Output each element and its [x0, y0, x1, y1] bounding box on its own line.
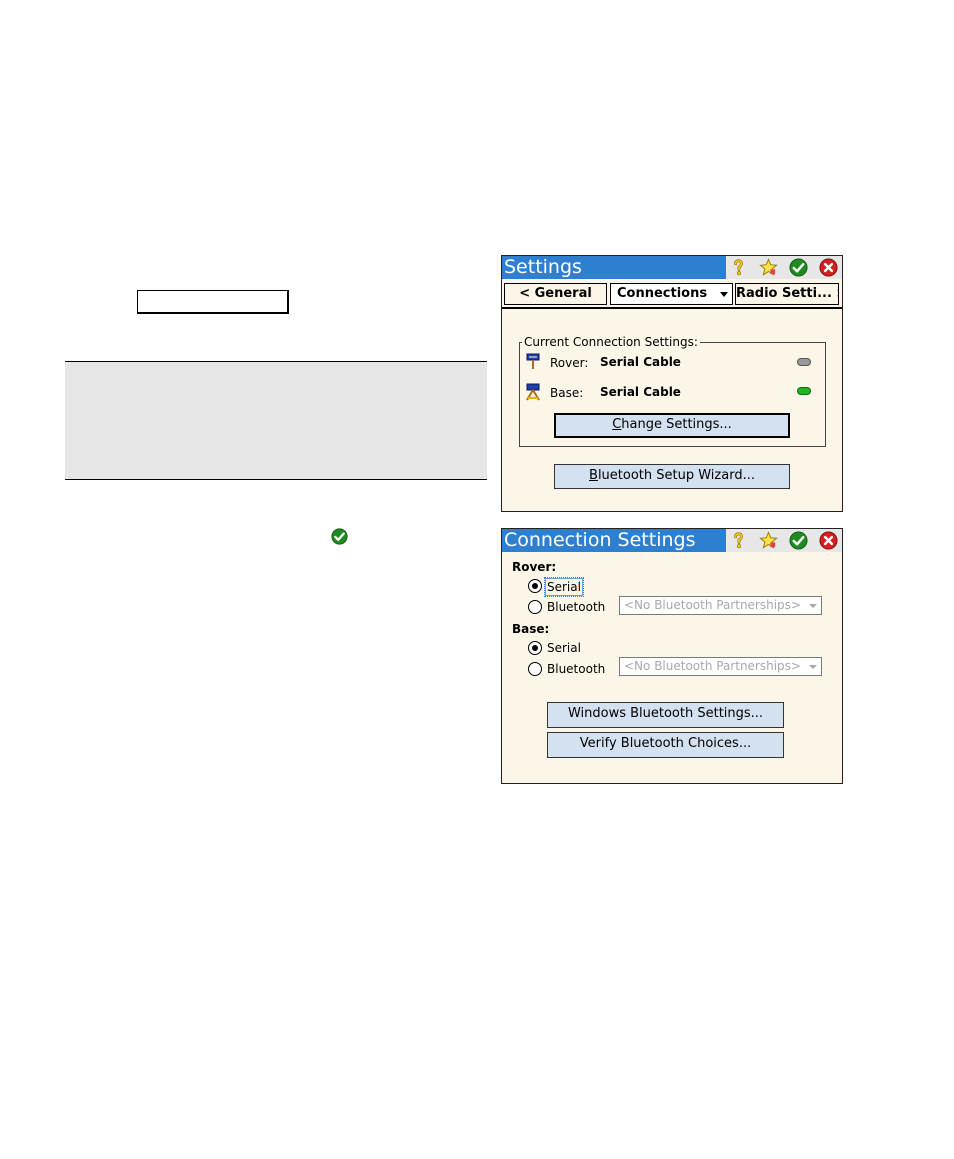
bluetooth-setup-wizard-button[interactable]: Bluetooth Setup Wizard...: [554, 464, 790, 489]
settings-screen: Settings < General Connections Radio Set…: [501, 255, 843, 512]
titlebar: Connection Settings: [502, 529, 842, 552]
base-status-indicator: [797, 387, 811, 395]
base-bluetooth-label[interactable]: Bluetooth: [547, 661, 605, 677]
help-icon[interactable]: [729, 258, 748, 277]
rover-value: Serial Cable: [600, 355, 681, 369]
tab-bar: < General Connections Radio Setti... >: [502, 283, 842, 307]
chevron-down-icon: [809, 665, 817, 669]
bluetooth-wizard-label: luetooth Setup Wizard...: [597, 468, 755, 483]
close-x-icon[interactable]: [819, 258, 838, 277]
base-bluetooth-dropdown[interactable]: <No Bluetooth Partnerships>: [619, 657, 822, 676]
screen-title: Settings: [504, 256, 582, 278]
outlined-text-box: [137, 290, 289, 314]
base-antenna-icon: [526, 383, 540, 401]
rover-label: Rover:: [550, 356, 589, 370]
verify-bluetooth-choices-button[interactable]: Verify Bluetooth Choices...: [547, 732, 784, 758]
ok-check-icon[interactable]: [789, 531, 808, 550]
change-settings-mnemonic: C: [612, 417, 622, 432]
ok-check-icon: [331, 528, 348, 545]
tab-next-radio[interactable]: Radio Setti... >: [735, 283, 839, 305]
rover-bluetooth-radio[interactable]: [528, 600, 542, 614]
ok-check-icon[interactable]: [789, 258, 808, 277]
chevron-down-icon: [720, 292, 728, 297]
tab-prev-general[interactable]: < General: [504, 283, 607, 305]
tab-underline: [502, 307, 842, 309]
rover-bluetooth-label[interactable]: Bluetooth: [547, 599, 605, 615]
titlebar: Settings: [502, 256, 842, 279]
favorite-star-icon[interactable]: [759, 531, 778, 550]
note-band: [65, 361, 487, 480]
base-label: Base:: [550, 386, 584, 400]
group-legend: Current Connection Settings:: [524, 335, 698, 349]
favorite-star-icon[interactable]: [759, 258, 778, 277]
base-serial-label[interactable]: Serial: [547, 640, 581, 656]
base-heading: Base:: [512, 622, 550, 636]
connection-settings-screen: Connection Settings Rover: Serial Blueto…: [501, 528, 843, 784]
base-bluetooth-radio[interactable]: [528, 662, 542, 676]
rover-bluetooth-dropdown[interactable]: <No Bluetooth Partnerships>: [619, 596, 822, 615]
base-dropdown-value: <No Bluetooth Partnerships>: [624, 659, 801, 673]
windows-bluetooth-settings-button[interactable]: Windows Bluetooth Settings...: [547, 702, 784, 728]
rover-dropdown-value: <No Bluetooth Partnerships>: [624, 598, 801, 612]
base-serial-radio[interactable]: [528, 641, 542, 655]
rover-status-indicator: [797, 358, 811, 366]
titlebar-icons: [726, 529, 842, 552]
change-settings-label: hange Settings...: [621, 417, 732, 432]
tab-select-connections[interactable]: Connections: [610, 283, 733, 305]
bluetooth-wizard-mnemonic: B: [589, 468, 598, 483]
change-settings-button[interactable]: Change Settings...: [554, 413, 790, 438]
help-icon[interactable]: [729, 531, 748, 550]
rover-antenna-icon: [526, 353, 540, 369]
rover-serial-label[interactable]: Serial: [544, 577, 584, 597]
base-value: Serial Cable: [600, 385, 681, 399]
rover-serial-radio[interactable]: [528, 579, 542, 593]
screen-title: Connection Settings: [504, 529, 696, 551]
titlebar-icons: [726, 256, 842, 279]
close-x-icon[interactable]: [819, 531, 838, 550]
rover-heading: Rover:: [512, 560, 557, 574]
chevron-down-icon: [809, 604, 817, 608]
tab-select-value: Connections: [617, 286, 708, 301]
